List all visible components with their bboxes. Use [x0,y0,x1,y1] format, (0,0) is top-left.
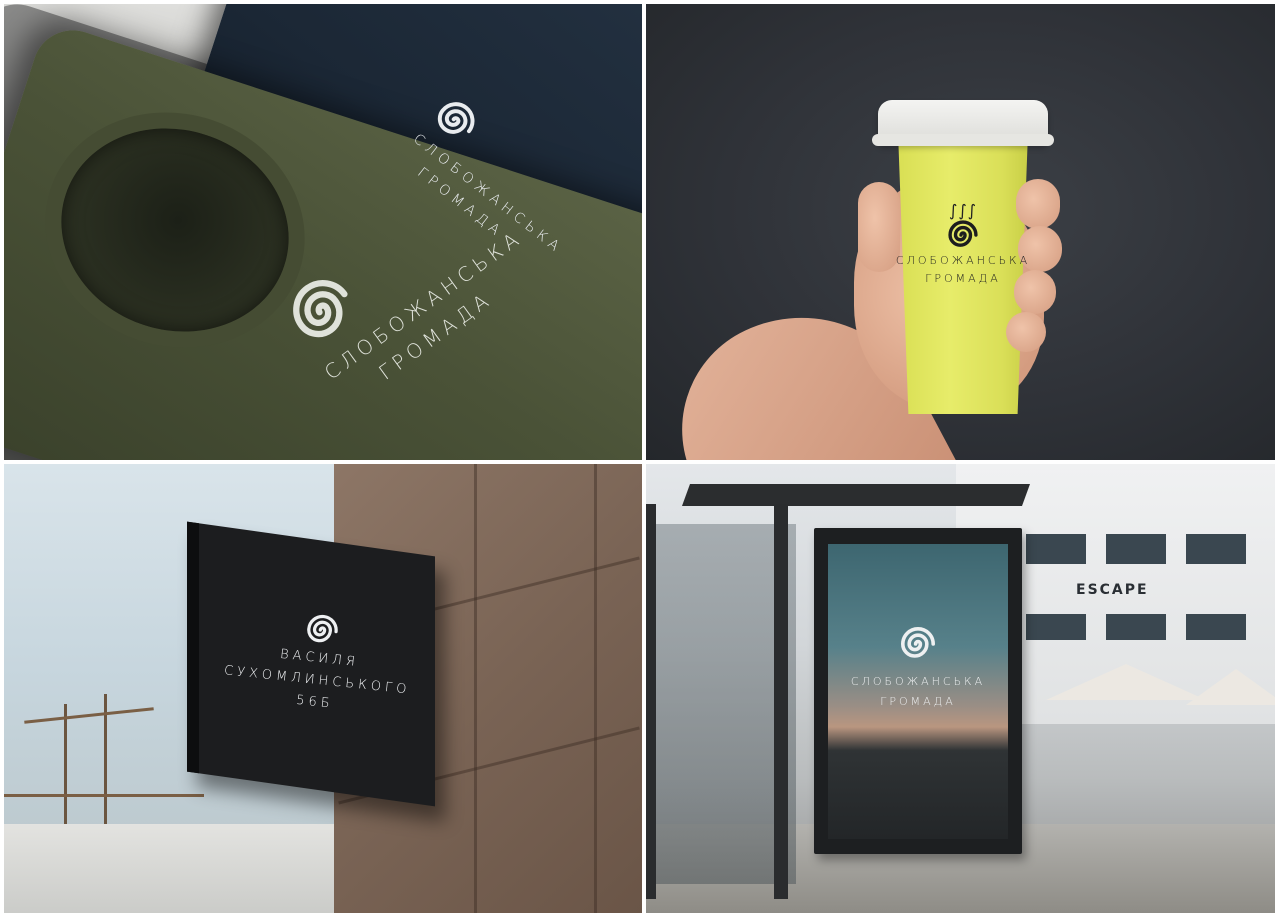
mockup-grid: Слобожанська громада Слобожанська громад… [4,4,1275,913]
cup-lid-rim [872,134,1054,146]
building-window [1026,614,1086,640]
bus-stop-panel: ESCAPE Слобожанська громада [646,464,1275,913]
spiral-logo-icon [307,614,338,643]
poster-logo: Слобожанська громада [828,624,1008,712]
spiral-logo-icon [948,220,978,247]
shelter-roof [681,484,1031,506]
shelter-post [646,504,656,899]
thumb [858,182,900,272]
brand-line-1: Слобожанська [850,675,986,688]
building-window [1026,534,1086,564]
brand-line-1: Слобожанська [895,254,1031,267]
finger [1006,312,1046,352]
sign-text: Василя Сухомлинського 56б [214,602,424,724]
building-number: 56б [295,692,335,712]
cup-logo: ∫∫∫ Слобожанська громада [895,201,1031,288]
spiral-logo-icon [900,627,935,658]
crane-arm [4,794,204,797]
tshirts-panel: Слобожанська громада Слобожанська громад… [4,4,642,460]
crane-arm [24,707,154,724]
wall-tile-line [594,464,597,913]
brand-line-2: громада [925,272,1001,285]
shelter-post [774,504,788,899]
cup-panel: ∫∫∫ Слобожанська громада [646,4,1275,460]
wall-tile-line [474,464,477,913]
storefront-sign: ESCAPE [1076,582,1149,598]
low-building [4,824,344,913]
building-window [1186,534,1246,564]
brand-line-2: громада [880,695,956,708]
steam-icon: ∫∫∫ [948,201,977,220]
building-window [1106,534,1166,564]
building-window [1186,614,1246,640]
wall-sign-panel: Василя Сухомлинського 56б [4,464,642,913]
crane [104,694,107,844]
building-window [1106,614,1166,640]
crane [64,704,67,844]
